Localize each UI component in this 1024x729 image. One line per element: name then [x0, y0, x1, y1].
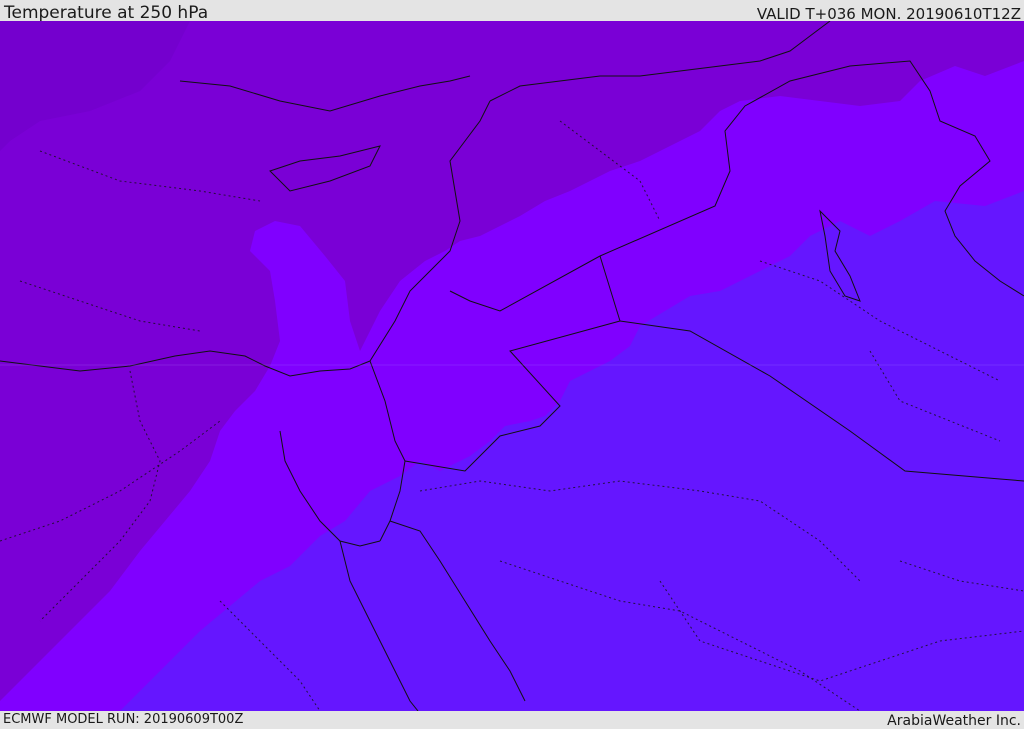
footer-bar: ECMWF MODEL RUN: 20190609T00Z ArabiaWeat…: [0, 711, 1024, 729]
map-canvas: [0, 21, 1024, 711]
credit-label: ArabiaWeather Inc.: [887, 713, 1021, 729]
header-bar: Temperature at 250 hPa VALID T+036 MON. …: [0, 0, 1024, 23]
model-run-label: ECMWF MODEL RUN: 20190609T00Z: [3, 712, 244, 727]
map-title: Temperature at 250 hPa: [4, 3, 209, 23]
weather-map[interactable]: [0, 21, 1024, 711]
